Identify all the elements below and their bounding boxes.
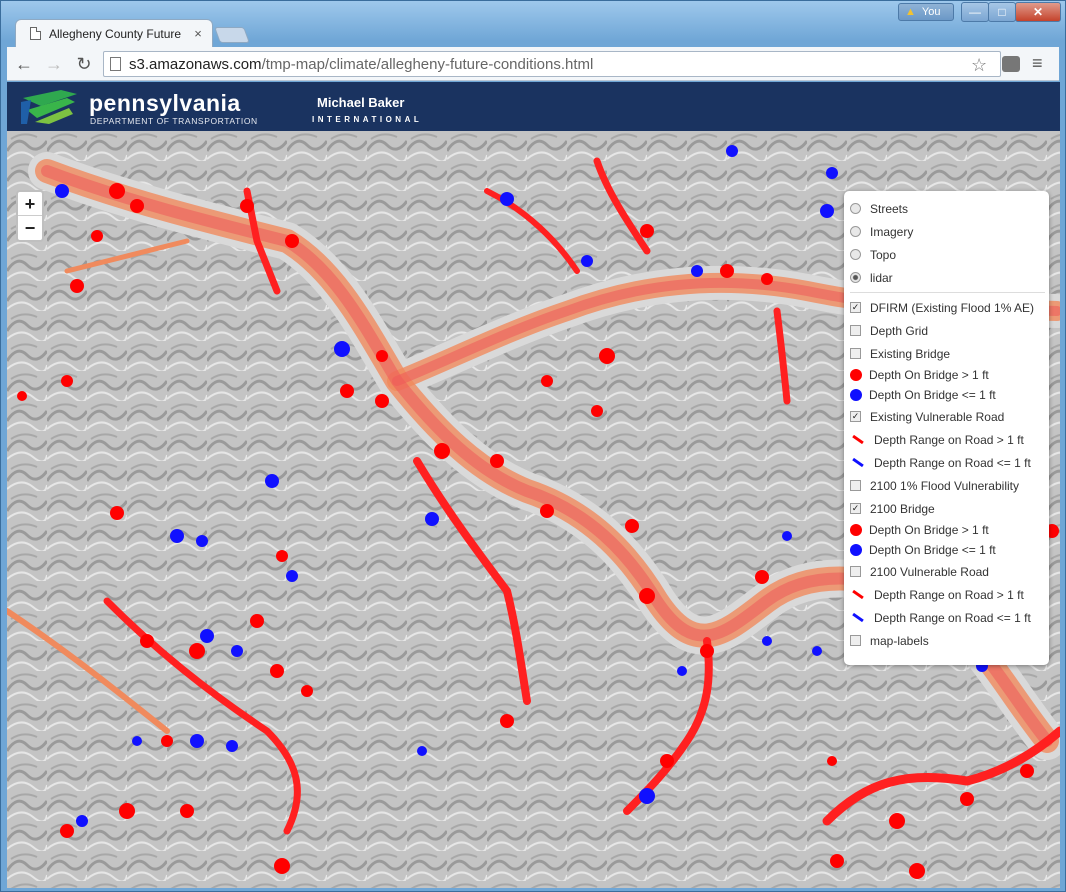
legend-label: Depth Range on Road > 1 ft	[874, 587, 1024, 602]
overlay-2100-flood[interactable]: 2100 1% Flood Vulnerability	[850, 474, 1045, 497]
checkbox-2100-flood[interactable]	[850, 480, 861, 491]
radio-topo[interactable]	[850, 249, 861, 260]
base-layer-label: Streets	[870, 201, 909, 216]
address-bar[interactable]: s3.amazonaws.com /tmp-map/climate/allegh…	[103, 51, 1001, 77]
legend-item: Depth Range on Road > 1 ft	[850, 583, 1045, 606]
user-badge[interactable]: ▲ You	[898, 3, 954, 21]
legend-item: Depth On Bridge > 1 ft	[850, 520, 1045, 540]
user-label: You	[921, 6, 941, 18]
overlay-existing-bridge[interactable]: Existing Bridge	[850, 342, 1045, 365]
baker-subtitle: INTERNATIONAL	[312, 115, 423, 124]
overlay-map-labels[interactable]: map-labels	[850, 629, 1045, 652]
overlay-label: 2100 Vulnerable Road	[870, 564, 989, 579]
legend-label: Depth Range on Road <= 1 ft	[874, 610, 1031, 625]
url-path: /tmp-map/climate/allegheny-future-condit…	[261, 55, 594, 73]
zoom-in-button[interactable]: +	[18, 192, 42, 216]
minimize-button[interactable]: —	[961, 2, 989, 22]
checkbox-2100-bridge[interactable]: ✓	[850, 503, 861, 514]
penn-title: pennsylvania	[89, 90, 241, 116]
penndot-logo	[21, 90, 77, 124]
url-host: s3.amazonaws.com	[129, 55, 262, 73]
overlay-label: Depth Grid	[870, 323, 929, 338]
close-window-button[interactable]: ✕	[1015, 2, 1061, 22]
bookmark-star-icon[interactable]: ☆	[971, 55, 987, 76]
back-arrow-icon[interactable]: ←	[13, 53, 35, 75]
browser-window: Allegheny County Future × ▲ You — □ ✕ ← …	[0, 0, 1066, 892]
base-layer-label: Imagery	[870, 224, 914, 239]
legend-label: Depth On Bridge > 1 ft	[869, 368, 989, 382]
legend-label: Depth Range on Road > 1 ft	[874, 432, 1024, 447]
map-canvas[interactable]: + − Streets Imagery Topo lidar ✓ DFIRM (E…	[7, 131, 1060, 888]
legend-item: Depth On Bridge > 1 ft	[850, 365, 1045, 385]
forward-arrow-icon[interactable]: →	[43, 53, 65, 75]
legend-label: Depth On Bridge > 1 ft	[869, 523, 989, 537]
red-line-icon	[852, 589, 864, 600]
document-icon	[110, 57, 121, 71]
legend-label: Depth On Bridge <= 1 ft	[869, 388, 996, 402]
blue-dot-icon	[850, 389, 862, 401]
base-layer-label: lidar	[870, 270, 893, 285]
checkbox-dfirm[interactable]: ✓	[850, 302, 861, 313]
overlay-label: DFIRM (Existing Flood 1% AE)	[870, 300, 1035, 315]
tab-title: Allegheny County Future	[49, 26, 182, 41]
browser-tab[interactable]: Allegheny County Future ×	[15, 19, 213, 47]
checkbox-2100-road[interactable]	[850, 566, 861, 577]
warning-icon: ▲	[905, 6, 916, 18]
radio-lidar[interactable]	[850, 272, 861, 283]
overlay-depth-grid[interactable]: Depth Grid	[850, 319, 1045, 342]
page-icon	[30, 27, 41, 40]
blue-dot-icon	[850, 544, 862, 556]
radio-streets[interactable]	[850, 203, 861, 214]
tab-close-button[interactable]: ×	[190, 26, 206, 41]
menu-icon[interactable]: ≡	[1032, 53, 1043, 74]
base-layer-imagery[interactable]: Imagery	[850, 220, 1045, 243]
legend-item: Depth Range on Road > 1 ft	[850, 428, 1045, 451]
legend-label: Depth On Bridge <= 1 ft	[869, 543, 996, 557]
overlay-existing-road[interactable]: ✓ Existing Vulnerable Road	[850, 405, 1045, 428]
base-layer-lidar[interactable]: lidar	[850, 266, 1045, 289]
checkbox-depth-grid[interactable]	[850, 325, 861, 336]
base-layer-topo[interactable]: Topo	[850, 243, 1045, 266]
overlay-label: 2100 Bridge	[870, 501, 935, 516]
title-bar: Allegheny County Future × ▲ You — □ ✕	[1, 1, 1066, 47]
layer-separator	[850, 292, 1045, 293]
checkbox-existing-road[interactable]: ✓	[850, 411, 861, 422]
legend-item: Depth Range on Road <= 1 ft	[850, 606, 1045, 629]
overlay-2100-bridge[interactable]: ✓ 2100 Bridge	[850, 497, 1045, 520]
reload-icon[interactable]: ↻	[73, 53, 95, 75]
maximize-button[interactable]: □	[988, 2, 1016, 22]
penn-subtitle: DEPARTMENT OF TRANSPORTATION	[90, 116, 258, 126]
base-layer-streets[interactable]: Streets	[850, 197, 1045, 220]
red-line-icon	[852, 434, 864, 445]
radio-imagery[interactable]	[850, 226, 861, 237]
overlay-label: Existing Vulnerable Road	[870, 409, 1005, 424]
extension-icon[interactable]	[1002, 56, 1020, 72]
overlay-label: map-labels	[870, 633, 929, 648]
browser-toolbar: ← → ↻ s3.amazonaws.com /tmp-map/climate/…	[7, 47, 1059, 81]
zoom-control: + −	[16, 190, 44, 242]
overlay-dfirm[interactable]: ✓ DFIRM (Existing Flood 1% AE)	[850, 296, 1045, 319]
red-dot-icon	[850, 524, 862, 536]
legend-item: Depth On Bridge <= 1 ft	[850, 540, 1045, 560]
new-tab-button[interactable]	[214, 27, 250, 43]
legend-item: Depth On Bridge <= 1 ft	[850, 385, 1045, 405]
checkbox-existing-bridge[interactable]	[850, 348, 861, 359]
overlay-2100-road[interactable]: 2100 Vulnerable Road	[850, 560, 1045, 583]
blue-line-icon	[852, 457, 864, 468]
layer-control-panel: Streets Imagery Topo lidar ✓ DFIRM (Exist…	[844, 191, 1049, 665]
page-content: pennsylvania DEPARTMENT OF TRANSPORTATIO…	[7, 82, 1060, 888]
baker-title: Michael Baker	[317, 95, 405, 110]
legend-item: Depth Range on Road <= 1 ft	[850, 451, 1045, 474]
red-dot-icon	[850, 369, 862, 381]
legend-label: Depth Range on Road <= 1 ft	[874, 455, 1031, 470]
overlay-label: Existing Bridge	[870, 346, 951, 361]
blue-line-icon	[852, 612, 864, 623]
zoom-out-button[interactable]: −	[18, 216, 42, 240]
overlay-label: 2100 1% Flood Vulnerability	[870, 478, 1019, 493]
site-header: pennsylvania DEPARTMENT OF TRANSPORTATIO…	[7, 82, 1060, 131]
base-layer-label: Topo	[870, 247, 897, 262]
checkbox-map-labels[interactable]	[850, 635, 861, 646]
